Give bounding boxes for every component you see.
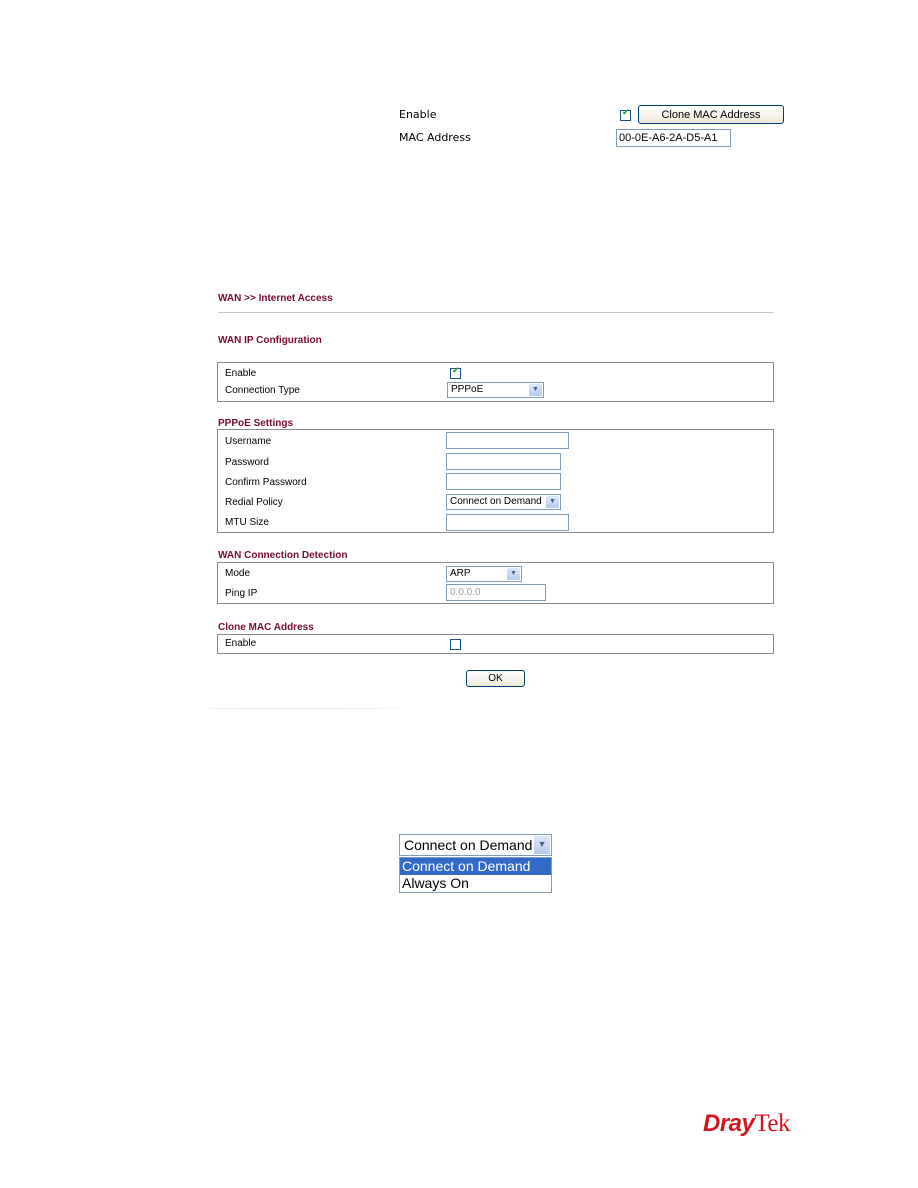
redial-dropdown-list: Connect on Demand Always On (399, 857, 552, 893)
confirm-password-input[interactable] (446, 473, 561, 490)
wan-ip-config-title: WAN IP Configuration (218, 335, 322, 346)
mac-address-input[interactable] (616, 129, 731, 147)
redial-dropdown-select[interactable]: Connect on Demand ▼ (399, 834, 552, 856)
connection-type-value: PPPoE (451, 384, 484, 395)
redial-policy-label: Redial Policy (225, 497, 283, 508)
redial-dropdown-selected: Connect on Demand (404, 837, 533, 853)
clone-mac-address-button[interactable]: Clone MAC Address (638, 105, 784, 124)
chevron-down-icon[interactable]: ▼ (546, 496, 559, 508)
password-input[interactable] (446, 453, 561, 470)
pppoe-settings-box: Username Password Confirm Password Redia… (217, 429, 774, 533)
chevron-down-icon[interactable]: ▼ (529, 384, 542, 396)
clone-mac-enable-label: Enable (225, 638, 257, 649)
snippet-mac-label: MAC Address (399, 131, 471, 144)
title-divider (218, 312, 773, 313)
draytek-logo: DrayTek (703, 1110, 790, 1138)
chevron-down-icon[interactable]: ▼ (534, 836, 550, 854)
snippet-enable-checkbox[interactable] (620, 108, 631, 121)
dropdown-option-always-on[interactable]: Always On (400, 875, 551, 892)
dropdown-option-connect-on-demand[interactable]: Connect on Demand (400, 858, 551, 875)
ok-button[interactable]: OK (466, 670, 525, 687)
password-label: Password (225, 457, 269, 468)
mode-label: Mode (225, 568, 251, 579)
clone-mac-enable-checkbox[interactable] (450, 639, 461, 650)
redial-policy-value: Connect on Demand (450, 496, 542, 507)
mtu-size-label: MTU Size (225, 517, 269, 528)
ping-ip-label: Ping IP (225, 588, 258, 599)
breadcrumb: WAN >> Internet Access (218, 293, 333, 304)
redial-policy-select[interactable]: Connect on Demand ▼ (446, 494, 561, 510)
wan-detection-title: WAN Connection Detection (218, 550, 348, 561)
mtu-size-input[interactable] (446, 514, 569, 531)
wan-enable-label: Enable (225, 368, 257, 379)
username-label: Username (225, 436, 272, 447)
username-input[interactable] (446, 432, 569, 449)
ping-ip-input[interactable] (446, 584, 546, 601)
pppoe-settings-title: PPPoE Settings (218, 418, 294, 429)
wan-detection-box: Mode ARP ▼ Ping IP (217, 562, 774, 604)
clone-mac-title: Clone MAC Address (218, 622, 314, 633)
wan-ip-config-box: Enable Connection Type PPPoE ▼ (217, 362, 774, 402)
logo-dray: Dray (703, 1110, 755, 1137)
mode-value: ARP (450, 568, 471, 579)
mode-select[interactable]: ARP ▼ (446, 566, 522, 582)
footer-divider (210, 708, 400, 709)
wan-enable-checkbox[interactable] (450, 366, 461, 379)
logo-tek: Tek (754, 1110, 790, 1137)
snippet-enable-label: Enable (399, 108, 437, 121)
connection-type-select[interactable]: PPPoE ▼ (447, 382, 544, 398)
clone-mac-box: Enable (217, 634, 774, 654)
chevron-down-icon[interactable]: ▼ (507, 568, 520, 580)
confirm-password-label: Confirm Password (225, 477, 307, 488)
connection-type-label: Connection Type (225, 385, 300, 396)
